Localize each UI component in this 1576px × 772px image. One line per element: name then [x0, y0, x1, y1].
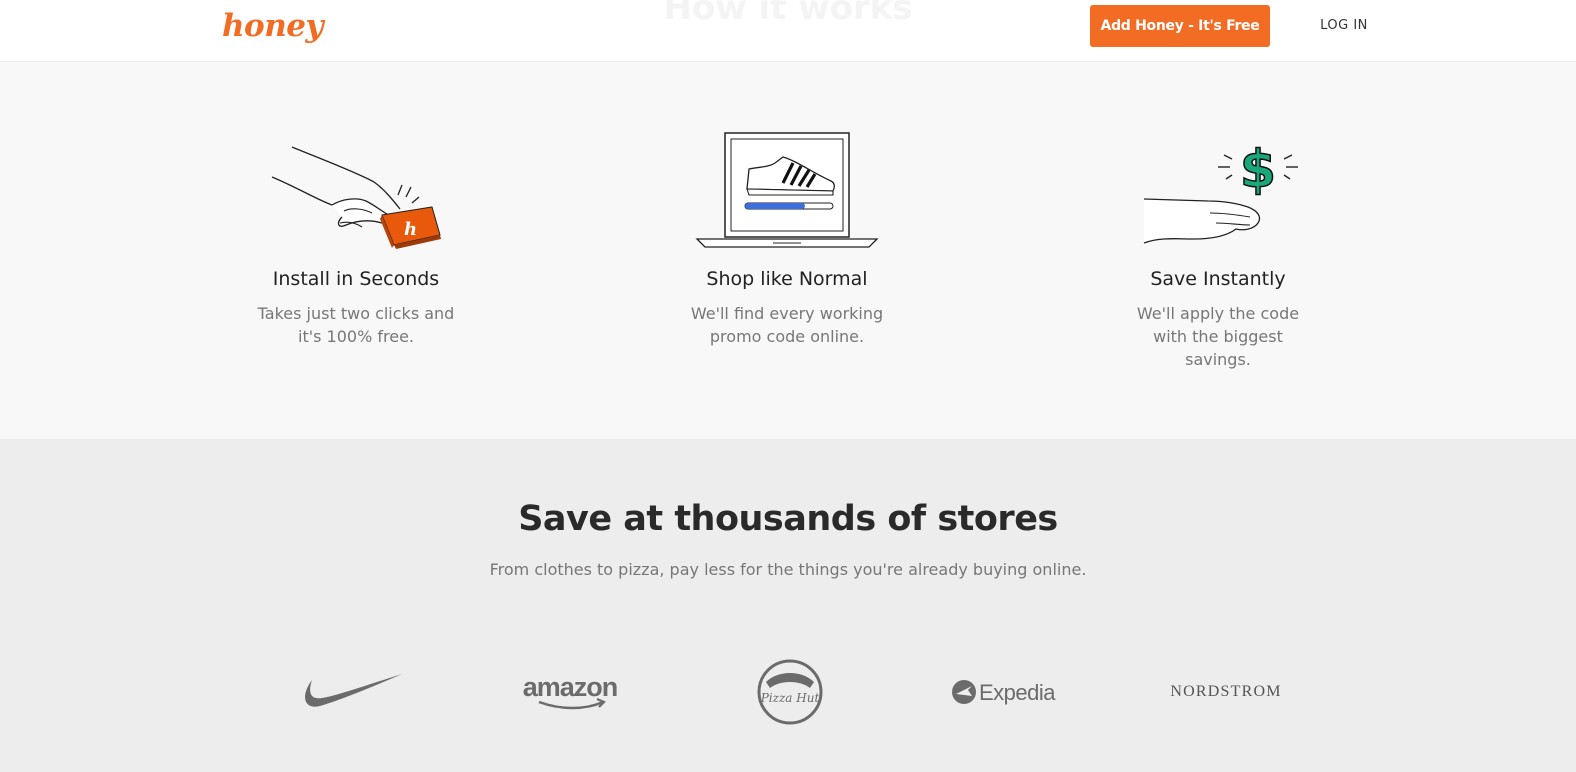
hand-pressing-button-icon: h	[271, 146, 441, 249]
pizza-hut-logo[interactable]: Pizza Hut	[710, 657, 870, 727]
expedia-logo-icon: Expedia	[952, 680, 1057, 705]
pizza-hut-logo-icon: Pizza Hut	[757, 659, 823, 725]
amazon-logo-icon: amazon	[523, 672, 618, 710]
pizza-hut-wordmark: Pizza Hut	[760, 691, 820, 705]
step-title: Install in Seconds	[272, 268, 440, 290]
expedia-logo[interactable]: Expedia	[926, 657, 1086, 727]
stores-section: Save at thousands of stores From clothes…	[0, 439, 1576, 772]
add-honey-button[interactable]: Add Honey - It's Free	[1090, 5, 1270, 47]
step-title: Save Instantly	[1150, 268, 1286, 290]
amazon-logo[interactable]: amazon	[490, 657, 650, 727]
nordstrom-logo[interactable]: NORDSTROM	[1146, 657, 1306, 727]
nordstrom-wordmark: NORDSTROM	[1170, 683, 1282, 700]
login-link[interactable]: LOG IN	[1304, 18, 1384, 33]
honey-logo[interactable]: honey	[222, 8, 324, 44]
step-title: Shop like Normal	[706, 268, 868, 290]
site-header: How it works honey Add Honey - It's Free…	[0, 0, 1576, 62]
svg-text:$: $	[1240, 140, 1276, 200]
svg-text:h: h	[404, 219, 417, 240]
laptop-shoe-icon	[695, 132, 879, 248]
stores-subheading: From clothes to pizza, pay less for the …	[489, 560, 1087, 579]
nike-logo[interactable]	[272, 657, 432, 727]
how-it-works-section: h Install in Seconds Takes just two clic…	[0, 62, 1576, 439]
expedia-wordmark: Expedia	[979, 680, 1056, 705]
hand-dollar-icon: $	[1143, 139, 1298, 244]
step-description: We'll find every working promo code onli…	[690, 304, 884, 346]
step-description: We'll apply the code with the biggest sa…	[1136, 304, 1300, 369]
nike-swoosh-icon	[305, 674, 402, 707]
step-description: Takes just two clicks and it's 100% free…	[257, 304, 455, 346]
stores-heading: Save at thousands of stores	[518, 499, 1058, 539]
amazon-wordmark: amazon	[523, 672, 618, 702]
